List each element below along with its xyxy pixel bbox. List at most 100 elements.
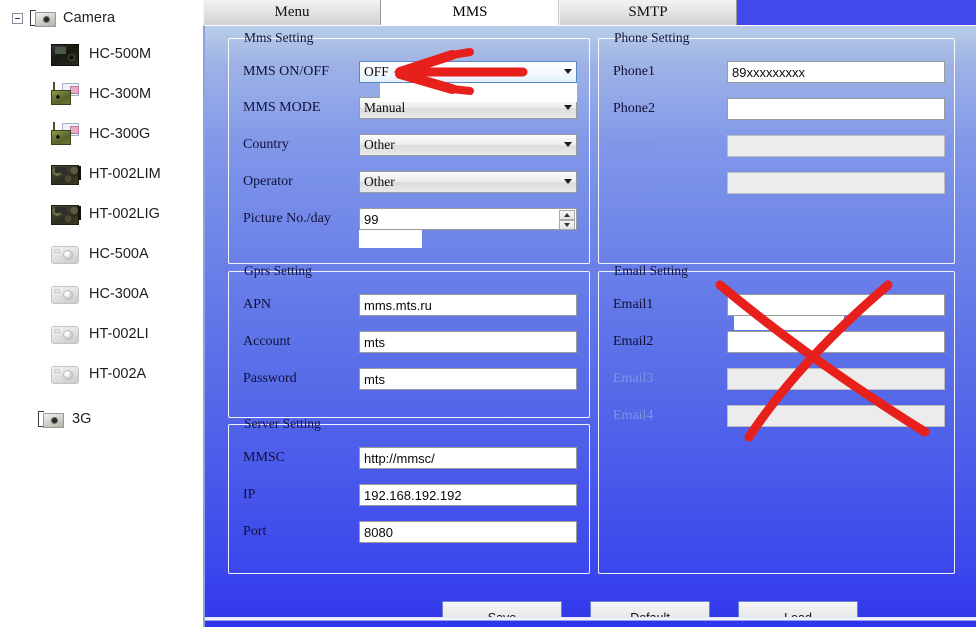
- ip-label: IP: [243, 487, 256, 502]
- sidebar-item-hc-500a[interactable]: HC-500A: [0, 234, 203, 274]
- email3-input: [727, 368, 945, 390]
- email1-label: Email1: [613, 297, 654, 312]
- app-window: Camera HC-500M HC-300M HC-300G HT-002LIM…: [0, 0, 976, 627]
- email3-label: Email3: [613, 371, 654, 386]
- tree-node-camera[interactable]: Camera: [12, 8, 115, 28]
- field-row-operator: Operator Other: [229, 167, 589, 201]
- tree-children-list: HC-500M HC-300M HC-300G HT-002LIM HT-002…: [0, 34, 203, 394]
- chevron-down-icon[interactable]: [564, 69, 572, 74]
- spinner-down-button[interactable]: [559, 220, 575, 230]
- group-gprs-setting: Gprs Setting APN mms.mts.ru Account mts …: [228, 263, 590, 418]
- spinner-up-button[interactable]: [559, 210, 575, 220]
- render-artifact: [359, 230, 422, 248]
- country-combo[interactable]: Other: [359, 134, 577, 156]
- tab-mms-label: MMS: [452, 4, 488, 20]
- chevron-down-icon[interactable]: [564, 142, 572, 147]
- port-input[interactable]: 8080: [359, 521, 577, 543]
- sidebar-item-ht-002lig[interactable]: HT-002LIG: [0, 194, 203, 234]
- mmsc-value: http://mmsc/: [364, 450, 435, 466]
- tab-smtp-label: SMTP: [628, 4, 668, 20]
- group-gprs-setting-title: Gprs Setting: [244, 263, 312, 278]
- group-email-setting: Email Setting Email1 Email2 Email3 Email…: [598, 263, 955, 574]
- sidebar-item-hc-300a[interactable]: HC-300A: [0, 274, 203, 314]
- camera-tree-icon: [30, 8, 56, 28]
- tree-node-camera-label: Camera: [63, 10, 116, 26]
- group-email-setting-title: Email Setting: [614, 263, 688, 278]
- field-row-port: Port 8080: [229, 517, 589, 551]
- status-bar: [205, 617, 976, 627]
- field-row-email4: Email4: [599, 401, 954, 435]
- chevron-down-icon[interactable]: [564, 105, 572, 110]
- port-value: 8080: [364, 524, 393, 540]
- phone1-input[interactable]: 89xxxxxxxxx: [727, 61, 945, 83]
- tab-smtp[interactable]: SMTP: [559, 0, 737, 25]
- tab-strip: Menu MMS SMTP: [203, 0, 976, 25]
- field-row-phone1: Phone1 89xxxxxxxxx: [599, 57, 954, 91]
- email4-input: [727, 405, 945, 427]
- field-row-mmsc: MMSC http://mmsc/: [229, 443, 589, 477]
- email2-input[interactable]: [727, 331, 945, 353]
- sidebar-item-ht-002li[interactable]: HT-002LI: [0, 314, 203, 354]
- sidebar-item-hc-300g[interactable]: HC-300G: [0, 114, 203, 154]
- camera-tree-icon: [38, 409, 64, 429]
- collapse-box-icon[interactable]: [12, 12, 23, 24]
- camera-device-icon: [50, 282, 80, 307]
- mms-onoff-label: MMS ON/OFF: [243, 64, 329, 79]
- field-row-phone4: Phone4: [599, 168, 954, 202]
- password-input[interactable]: mts: [359, 368, 577, 390]
- mmsc-input[interactable]: http://mmsc/: [359, 447, 577, 469]
- camera-device-icon: [50, 121, 80, 147]
- mms-onoff-value: OFF: [364, 64, 389, 79]
- spinner-buttons[interactable]: [559, 210, 575, 230]
- sidebar-item-ht-002lim[interactable]: HT-002LIM: [0, 154, 203, 194]
- sidebar-item-label: HT-002LIM: [89, 166, 161, 182]
- email2-label: Email2: [613, 334, 654, 349]
- field-row-ip: IP 192.168.192.192: [229, 480, 589, 514]
- apn-input[interactable]: mms.mts.ru: [359, 294, 577, 316]
- field-row-phone2: Phone2: [599, 94, 954, 128]
- group-phone-setting-title: Phone Setting: [614, 30, 690, 45]
- sidebar-item-ht-002a[interactable]: HT-002A: [0, 354, 203, 394]
- password-label: Password: [243, 371, 297, 386]
- account-label: Account: [243, 334, 291, 349]
- tab-menu[interactable]: Menu: [203, 0, 381, 25]
- phone3-label: Phone3: [613, 138, 655, 153]
- camera-device-icon: [50, 42, 80, 67]
- phone2-input[interactable]: [727, 98, 945, 120]
- country-value: Other: [364, 137, 395, 152]
- field-row-picture-no-day: Picture No./day 99: [229, 204, 589, 248]
- field-row-email3: Email3: [599, 364, 954, 398]
- sidebar-item-label: HT-002LIG: [89, 206, 160, 222]
- ip-value: 192.168.192.192: [364, 487, 462, 503]
- password-value: mts: [364, 371, 385, 387]
- camera-device-icon: [50, 202, 81, 227]
- field-row-apn: APN mms.mts.ru: [229, 290, 589, 324]
- chevron-down-icon[interactable]: [564, 179, 572, 184]
- sidebar-item-label: HC-300A: [89, 286, 149, 302]
- sidebar-item-hc-500m[interactable]: HC-500M: [0, 34, 203, 74]
- picture-no-day-stepper[interactable]: 99: [359, 208, 577, 230]
- sidebar-item-hc-300m[interactable]: HC-300M: [0, 74, 203, 114]
- sidebar-item-label: 3G: [72, 411, 92, 427]
- mms-onoff-combo[interactable]: OFF: [359, 61, 577, 83]
- tab-mms[interactable]: MMS: [381, 0, 559, 25]
- sidebar-item-label: HC-500M: [89, 46, 152, 62]
- sidebar-item-3g[interactable]: 3G: [38, 409, 92, 429]
- email1-input[interactable]: [727, 294, 945, 316]
- render-artifact: [380, 83, 577, 102]
- camera-device-icon: [50, 362, 80, 387]
- phone4-input: [727, 172, 945, 194]
- phone3-input: [727, 135, 945, 157]
- mms-mode-label: MMS MODE: [243, 100, 321, 115]
- camera-device-icon: [50, 162, 81, 187]
- camera-device-icon: [50, 322, 80, 347]
- operator-combo[interactable]: Other: [359, 171, 577, 193]
- picture-no-day-value: 99: [364, 211, 379, 227]
- camera-device-icon: [50, 242, 80, 267]
- account-input[interactable]: mts: [359, 331, 577, 353]
- phone1-label: Phone1: [613, 64, 655, 79]
- sidebar-item-label: HT-002A: [89, 366, 147, 382]
- ip-input[interactable]: 192.168.192.192: [359, 484, 577, 506]
- mms-mode-value: Manual: [364, 100, 406, 115]
- field-row-account: Account mts: [229, 327, 589, 361]
